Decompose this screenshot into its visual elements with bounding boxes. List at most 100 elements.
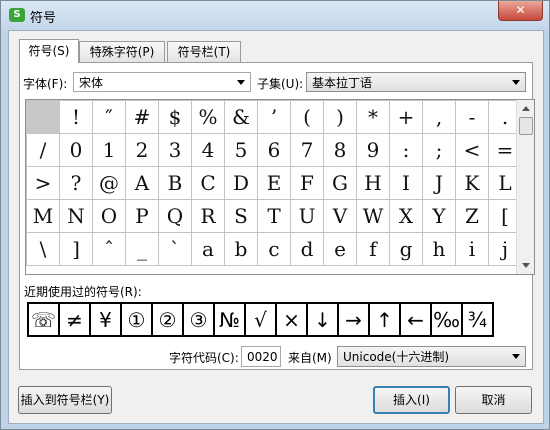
symbol-cell[interactable]: h — [422, 232, 456, 266]
close-button[interactable]: ✕ — [498, 1, 543, 21]
recent-symbol-cell[interactable]: √ — [244, 302, 277, 337]
tab-symbols[interactable]: 符号(S) — [19, 39, 79, 63]
symbol-cell[interactable]: Y — [422, 199, 456, 233]
recent-symbol-cell[interactable]: ¥ — [89, 302, 122, 337]
symbol-cell[interactable]: C — [191, 166, 225, 200]
tab-special-characters[interactable]: 特殊字符(P) — [79, 41, 165, 62]
recent-symbol-cell[interactable]: ← — [399, 302, 432, 337]
symbol-cell[interactable]: , — [422, 100, 456, 134]
symbol-cell[interactable]: H — [356, 166, 390, 200]
recent-symbol-cell[interactable]: ¾ — [461, 302, 494, 337]
symbol-cell[interactable]: J — [422, 166, 456, 200]
symbol-cell[interactable]: & — [224, 100, 258, 134]
symbol-cell[interactable]: b — [224, 232, 258, 266]
symbol-cell[interactable]: ″ — [92, 100, 126, 134]
symbol-cell[interactable]: 4 — [191, 133, 225, 167]
recent-symbol-cell[interactable]: ↑ — [368, 302, 401, 337]
symbol-cell[interactable]: F — [290, 166, 324, 200]
symbol-cell[interactable]: O — [92, 199, 126, 233]
symbol-cell[interactable]: g — [389, 232, 423, 266]
symbol-cell[interactable]: 1 — [92, 133, 126, 167]
symbol-cell[interactable]: N — [59, 199, 93, 233]
symbol-cell[interactable]: a — [191, 232, 225, 266]
symbol-cell[interactable]: ’ — [257, 100, 291, 134]
symbol-cell[interactable]: R — [191, 199, 225, 233]
symbol-cell[interactable]: # — [125, 100, 159, 134]
symbol-cell[interactable]: A — [125, 166, 159, 200]
symbol-cell[interactable]: Z — [455, 199, 489, 233]
symbol-cell[interactable]: ˋ — [158, 232, 192, 266]
symbol-cell[interactable]: e — [323, 232, 357, 266]
symbol-cell[interactable]: 8 — [323, 133, 357, 167]
symbol-cell[interactable]: ) — [323, 100, 357, 134]
symbol-cell[interactable]: * — [356, 100, 390, 134]
recent-symbol-cell[interactable]: ‰ — [430, 302, 463, 337]
symbol-cell[interactable]: % — [191, 100, 225, 134]
cancel-button[interactable]: 取消 — [455, 386, 532, 414]
subset-select[interactable]: 基本拉丁语 — [306, 72, 526, 92]
scroll-thumb[interactable] — [519, 117, 533, 135]
symbol-cell[interactable]: + — [389, 100, 423, 134]
symbol-cell[interactable]: < — [455, 133, 489, 167]
symbol-cell[interactable]: / — [26, 133, 60, 167]
symbol-cell[interactable]: : — [389, 133, 423, 167]
recent-symbol-cell[interactable]: ☏ — [27, 302, 60, 337]
insert-to-symbol-bar-button[interactable]: 插入到符号栏(Y) — [18, 386, 112, 414]
font-select[interactable]: 宋体 — [73, 72, 251, 92]
symbol-cell[interactable] — [26, 100, 60, 134]
symbol-cell[interactable]: d — [290, 232, 324, 266]
char-code-input[interactable]: 0020 — [241, 346, 281, 367]
scroll-down-icon[interactable] — [522, 263, 530, 268]
vertical-scrollbar[interactable] — [516, 100, 534, 274]
symbol-cell[interactable]: - — [455, 100, 489, 134]
symbol-cell[interactable]: > — [26, 166, 60, 200]
symbol-cell[interactable]: B — [158, 166, 192, 200]
symbol-cell[interactable]: \ — [26, 232, 60, 266]
symbol-cell[interactable]: ˆ — [92, 232, 126, 266]
symbol-cell[interactable]: W — [356, 199, 390, 233]
symbol-cell[interactable]: M — [26, 199, 60, 233]
symbol-cell[interactable]: f — [356, 232, 390, 266]
symbol-cell[interactable]: ? — [59, 166, 93, 200]
symbol-cell[interactable]: ; — [422, 133, 456, 167]
symbol-cell[interactable]: 6 — [257, 133, 291, 167]
tab-symbol-bar[interactable]: 符号栏(T) — [167, 41, 241, 62]
recent-symbol-cell[interactable]: ② — [151, 302, 184, 337]
recent-symbol-cell[interactable]: № — [213, 302, 246, 337]
symbol-cell[interactable]: @ — [92, 166, 126, 200]
symbol-cell[interactable]: I — [389, 166, 423, 200]
symbol-cell[interactable]: D — [224, 166, 258, 200]
symbol-cell[interactable]: ] — [59, 232, 93, 266]
recent-symbol-cell[interactable]: ③ — [182, 302, 215, 337]
symbol-cell[interactable]: c — [257, 232, 291, 266]
symbol-cell[interactable]: ! — [59, 100, 93, 134]
symbol-cell[interactable]: 9 — [356, 133, 390, 167]
symbol-cell[interactable]: 7 — [290, 133, 324, 167]
symbol-cell[interactable]: ( — [290, 100, 324, 134]
symbol-cell[interactable]: $ — [158, 100, 192, 134]
recent-symbol-cell[interactable]: ≠ — [58, 302, 91, 337]
insert-button[interactable]: 插入(I) — [373, 386, 450, 414]
recent-symbol-cell[interactable]: ↓ — [306, 302, 339, 337]
scroll-up-icon[interactable] — [522, 106, 530, 111]
symbol-cell[interactable]: T — [257, 199, 291, 233]
symbol-cell[interactable]: P — [125, 199, 159, 233]
symbol-cell[interactable]: 3 — [158, 133, 192, 167]
symbol-cell[interactable]: V — [323, 199, 357, 233]
recent-symbol-cell[interactable]: → — [337, 302, 370, 337]
recent-symbol-cell[interactable]: ① — [120, 302, 153, 337]
symbol-cell[interactable]: _ — [125, 232, 159, 266]
symbol-cell[interactable]: Q — [158, 199, 192, 233]
symbol-cell[interactable]: K — [455, 166, 489, 200]
symbol-cell[interactable]: U — [290, 199, 324, 233]
symbol-cell[interactable]: X — [389, 199, 423, 233]
symbol-cell[interactable]: E — [257, 166, 291, 200]
symbol-cell[interactable]: S — [224, 199, 258, 233]
symbol-cell[interactable]: i — [455, 232, 489, 266]
recent-symbol-cell[interactable]: × — [275, 302, 308, 337]
from-select[interactable]: Unicode(十六进制) — [337, 346, 526, 367]
symbol-cell[interactable]: 2 — [125, 133, 159, 167]
symbol-cell[interactable]: 0 — [59, 133, 93, 167]
symbol-cell[interactable]: 5 — [224, 133, 258, 167]
symbol-cell[interactable]: G — [323, 166, 357, 200]
